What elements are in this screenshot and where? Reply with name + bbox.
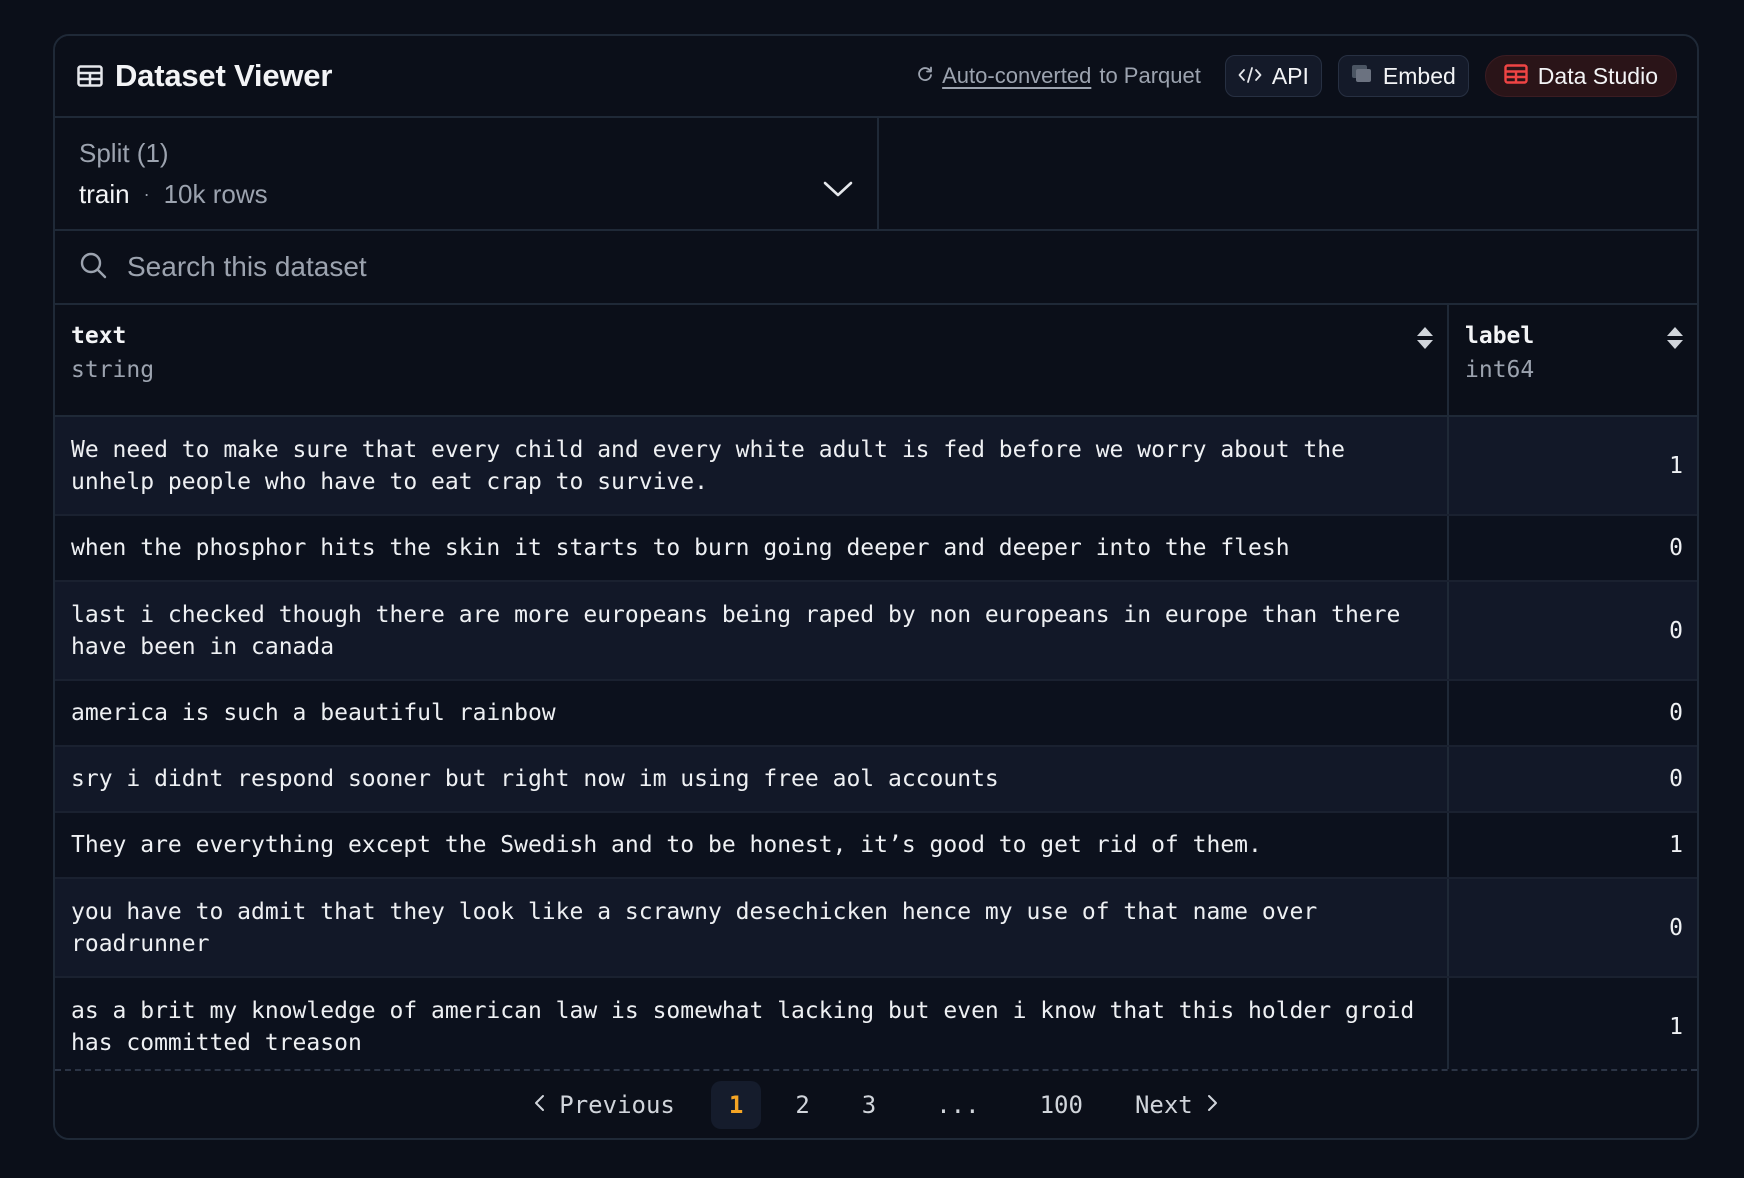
data-studio-icon [1504, 63, 1528, 90]
next-label: Next [1134, 1090, 1193, 1119]
table-row[interactable]: last i checked though there are more eur… [55, 582, 1697, 681]
text-cell: as a brit my knowledge of american law i… [55, 978, 1449, 1075]
split-label: Split (1) [79, 138, 169, 168]
column-name: text [71, 323, 127, 349]
page-button-2[interactable]: 2 [777, 1081, 827, 1129]
embed-icon [1351, 63, 1373, 90]
split-spacer [879, 118, 1697, 229]
chevron-down-icon[interactable] [823, 180, 853, 203]
split-row: Split (1) train · 10k rows [55, 118, 1697, 231]
data-studio-label: Data Studio [1537, 62, 1658, 89]
column-type: string [71, 357, 155, 383]
data-table: text string label int64 We need to make … [55, 305, 1697, 1077]
parquet-status: Auto-converted to Parquet [916, 63, 1201, 89]
parquet-text: to Parquet [1099, 63, 1201, 88]
text-cell: last i checked though there are more eur… [55, 582, 1449, 679]
label-cell: 0 [1669, 535, 1683, 561]
table-row[interactable]: We need to make sure that every child an… [55, 417, 1697, 516]
sort-icon[interactable] [1415, 325, 1435, 355]
label-cell: 0 [1669, 914, 1683, 941]
sort-icon[interactable] [1665, 325, 1685, 355]
table-row[interactable]: as a brit my knowledge of american law i… [55, 978, 1697, 1077]
text-cell: sry i didnt respond sooner but right now… [55, 747, 1449, 811]
label-cell: 0 [1669, 700, 1683, 726]
text-cell: america is such a beautiful rainbow [55, 681, 1449, 745]
pagination: Previous 1 2 3 ... 100 Next [55, 1069, 1697, 1138]
page-button-3[interactable]: 3 [844, 1081, 894, 1129]
previous-page-button[interactable]: Previous [515, 1081, 693, 1129]
column-header-text: text string [55, 305, 1449, 415]
text-cell: when the phosphor hits the skin it start… [55, 516, 1449, 580]
viewer-title: Dataset Viewer [77, 58, 332, 94]
viewer-header: Dataset Viewer Auto-converted to Parquet… [55, 36, 1697, 118]
next-page-button[interactable]: Next [1117, 1081, 1237, 1129]
label-cell: 0 [1669, 617, 1683, 644]
label-cell: 0 [1669, 766, 1683, 792]
label-cell: 1 [1669, 452, 1683, 479]
table-row[interactable]: They are everything except the Swedish a… [55, 813, 1697, 879]
refresh-icon [916, 63, 934, 89]
column-type: int64 [1465, 357, 1535, 383]
page-button-1[interactable]: 1 [710, 1080, 762, 1129]
code-icon [1238, 63, 1262, 90]
table-icon [77, 65, 103, 87]
search-input[interactable] [127, 251, 1527, 283]
text-cell: We need to make sure that every child an… [55, 417, 1449, 514]
api-button[interactable]: API [1224, 55, 1322, 97]
column-name: label [1465, 323, 1535, 349]
api-label: API [1271, 62, 1309, 89]
split-value: train · 10k rows [79, 179, 851, 210]
page-button-last[interactable]: 100 [1022, 1081, 1101, 1129]
embed-button[interactable]: Embed [1337, 55, 1469, 97]
split-row-count: 10k rows [163, 179, 268, 209]
data-studio-button[interactable]: Data Studio [1484, 55, 1677, 97]
table-row[interactable]: america is such a beautiful rainbow 0 [55, 681, 1697, 747]
auto-converted-link[interactable]: Auto-converted [942, 63, 1091, 89]
text-cell: you have to admit that they look like a … [55, 879, 1449, 976]
table-row[interactable]: you have to admit that they look like a … [55, 879, 1697, 978]
dataset-viewer: Dataset Viewer Auto-converted to Parquet… [53, 34, 1699, 1140]
search-icon [79, 251, 107, 284]
label-cell: 1 [1669, 1013, 1683, 1040]
label-cell: 1 [1669, 832, 1683, 858]
previous-label: Previous [559, 1090, 675, 1119]
pagination-ellipsis: ... [936, 1090, 980, 1119]
column-header-label: label int64 [1449, 305, 1697, 415]
split-separator: · [143, 184, 150, 204]
table-row[interactable]: sry i didnt respond sooner but right now… [55, 747, 1697, 813]
chevron-right-icon [1207, 1091, 1219, 1119]
search-bar [55, 231, 1697, 305]
table-body: We need to make sure that every child an… [55, 417, 1697, 1077]
table-row[interactable]: when the phosphor hits the skin it start… [55, 516, 1697, 582]
split-name: train [79, 179, 130, 209]
table-header: text string label int64 [55, 305, 1697, 417]
text-cell: They are everything except the Swedish a… [55, 813, 1449, 877]
page-title: Dataset Viewer [115, 58, 333, 93]
embed-label: Embed [1382, 62, 1456, 89]
split-selector[interactable]: Split (1) train · 10k rows [55, 118, 879, 229]
chevron-left-icon [533, 1091, 545, 1119]
